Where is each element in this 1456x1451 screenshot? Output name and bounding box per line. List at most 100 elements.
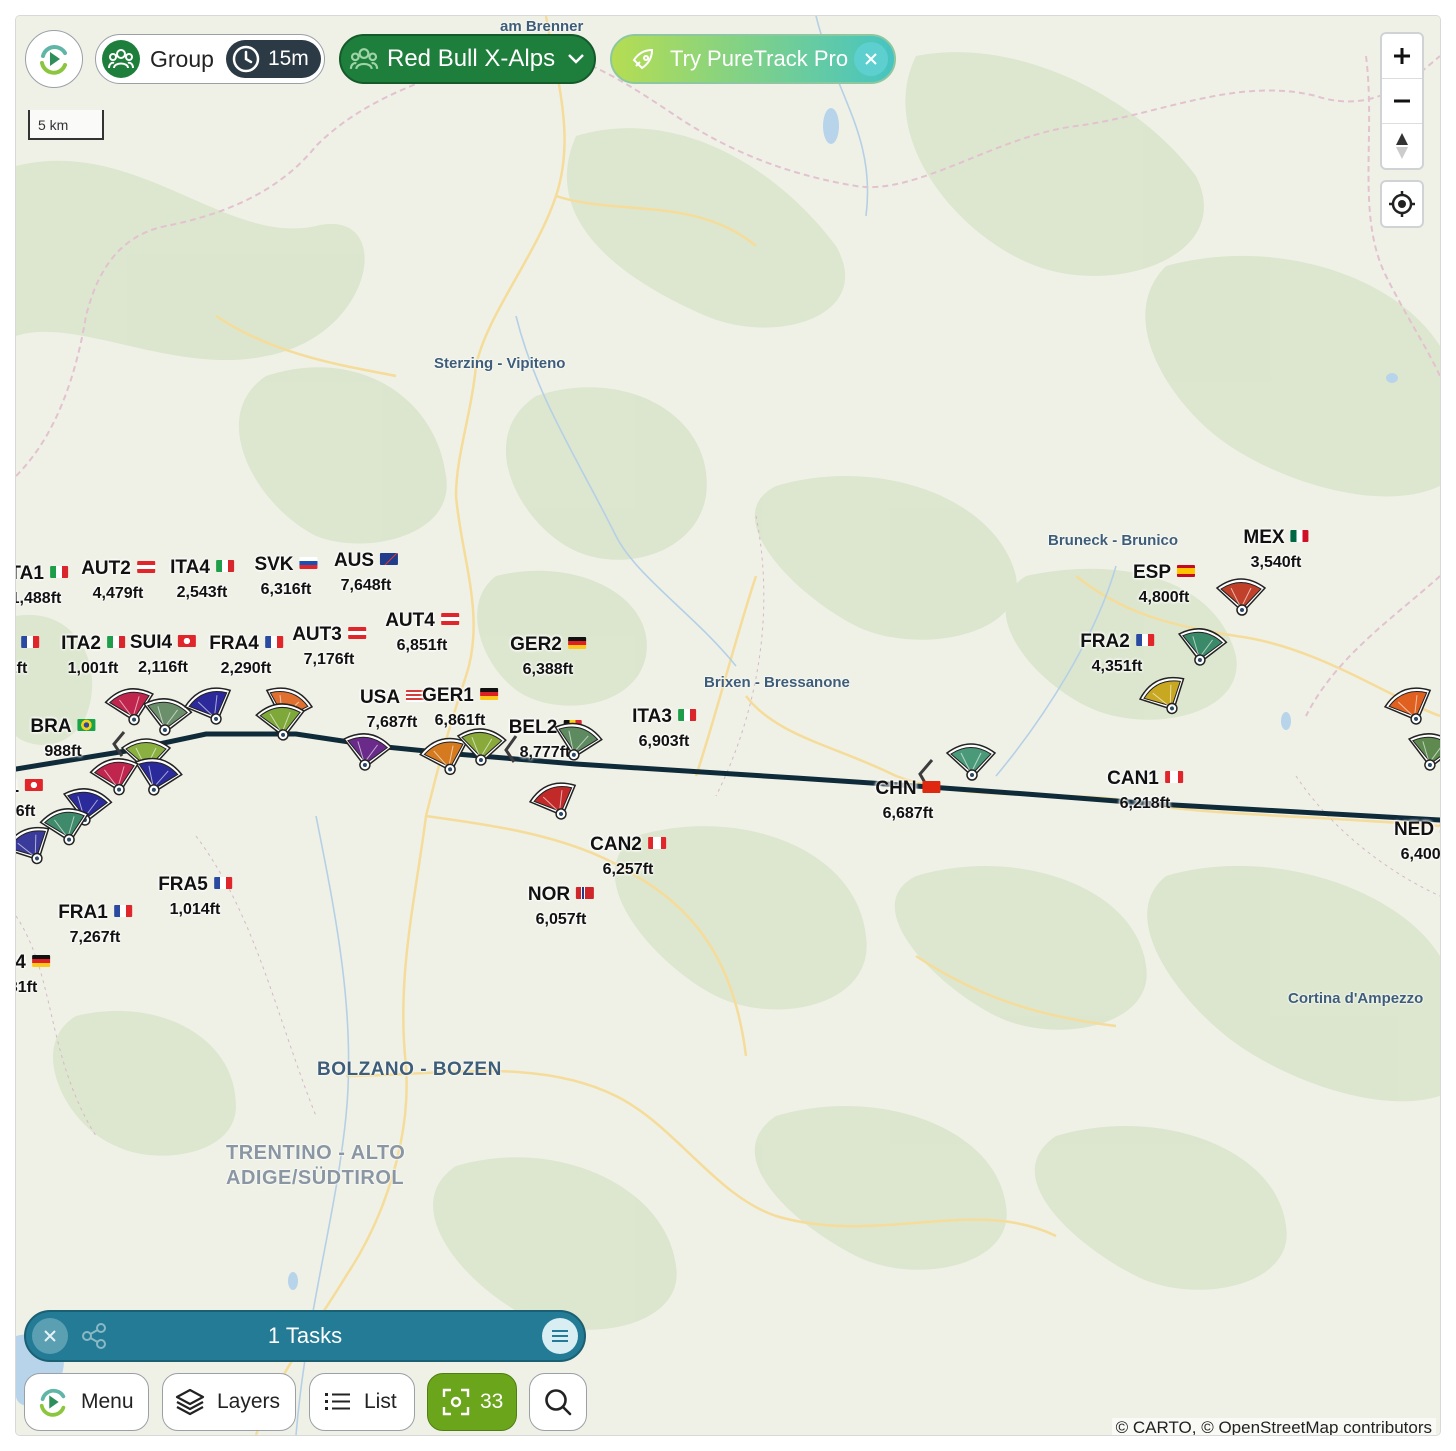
pilot-label-aus[interactable]: AUS 7,648ft (334, 551, 399, 594)
pilot-code: MEX (1243, 527, 1285, 548)
list-button[interactable]: List (309, 1373, 415, 1431)
tasks-menu-button[interactable] (542, 1318, 578, 1354)
share-icon[interactable] (80, 1322, 108, 1350)
pilot-code: CHN (875, 778, 917, 799)
pilot-label-ita3[interactable]: ITA3 6,903ft (632, 707, 696, 750)
paraglider-icon[interactable] (334, 725, 397, 782)
group-button[interactable]: Group 15m (95, 34, 325, 84)
pilot-label-aut2[interactable]: AUT2 4,479ft (81, 559, 155, 602)
chevron-down-icon (568, 54, 584, 64)
focus-count-button[interactable]: 33 (427, 1373, 517, 1431)
flag-br-icon (77, 719, 96, 731)
pilot-label-ita1[interactable]: ITA1 1,488ft (16, 564, 68, 607)
paraglider-icon[interactable] (1213, 574, 1269, 622)
pilot-code: SUI4 (129, 632, 173, 653)
flag-ch-icon (178, 635, 197, 647)
pilot-label-svk[interactable]: SVK 6,316ft (254, 555, 318, 598)
focus-frame-icon (442, 1388, 470, 1416)
pilot-altitude: 2,543ft (176, 584, 228, 601)
pilot-label-fra1[interactable]: FRA1 7,267ft (58, 903, 132, 946)
pilot-code: AUT2 (81, 558, 131, 579)
pilot-label-usa[interactable]: USA 7,687ft (359, 687, 425, 731)
paraglider-icon[interactable] (943, 739, 999, 787)
paraglider-icon[interactable] (251, 697, 311, 750)
pilot-code: ESP (1132, 562, 1172, 583)
pilot-code: AUT3 (292, 624, 342, 645)
puretrack-logo-icon (39, 1388, 66, 1417)
zoom-out-button[interactable] (1382, 79, 1422, 124)
pilot-label-fra2[interactable]: FRA2 4,351ft (1080, 632, 1154, 675)
clock-icon (232, 45, 260, 73)
flag-de-icon (567, 637, 586, 649)
flag-ch-icon (25, 779, 44, 791)
pilot-altitude: 2,116ft (138, 659, 188, 676)
time-window-badge[interactable]: 15m (225, 40, 321, 78)
pilot-label-aut4[interactable]: AUT4 6,851ft (385, 611, 459, 654)
flag-at-icon (136, 561, 155, 573)
paraglider-icon[interactable] (1399, 725, 1440, 782)
zoom-in-button[interactable] (1382, 34, 1422, 79)
pilot-altitude: 4,800ft (1138, 589, 1190, 606)
pilot-label-can1[interactable]: CAN1 6,218ft (1107, 769, 1183, 812)
search-icon (545, 1389, 572, 1416)
pilot-label-aut3[interactable]: AUT3 7,176ft (292, 625, 366, 668)
place-sterzing: Sterzing - Vipiteno (434, 355, 566, 372)
promo-close-button[interactable] (854, 42, 888, 76)
flag-mx-icon (1290, 530, 1309, 542)
pilot-label-ned[interactable]: NED 6,400ft (1394, 820, 1440, 863)
flag-fr-icon (113, 905, 132, 917)
flag-fr-icon (20, 636, 39, 648)
rocket-icon (632, 48, 654, 70)
zoom-controls (1380, 32, 1424, 170)
pilot-label-nor[interactable]: NOR 6,057ft (528, 885, 595, 928)
layers-button[interactable]: Layers (162, 1373, 296, 1431)
pilot-label-bra[interactable]: BRA 988ft (30, 716, 96, 760)
puretrack-logo-button[interactable] (25, 30, 83, 88)
pilot-label-fra4[interactable]: FRA4 2,290ft (209, 634, 283, 677)
map-attribution[interactable]: © CARTO, © OpenStreetMap contributors (1111, 1418, 1436, 1435)
pilot-altitude: 6,903ft (638, 733, 690, 750)
pilot-code: ITA4 (170, 557, 210, 578)
map-frame[interactable]: am Brenner Sterzing - Vipiteno Brixen - … (16, 16, 1440, 1435)
pilot-code: ITA2 (61, 633, 101, 654)
promo-banner[interactable]: Try PureTrack Pro (610, 34, 896, 84)
flag-ca-icon (647, 837, 666, 849)
flag-fr-icon (1135, 634, 1154, 646)
pilot-label-sui4[interactable]: SUI4 2,116ft (129, 632, 197, 676)
close-icon (44, 1330, 56, 1342)
menu-button[interactable]: Menu (24, 1373, 149, 1431)
pilot-code: USA (359, 687, 401, 708)
pilot-code: NED (1393, 819, 1435, 840)
pilot-label-chn[interactable]: CHN 6,687ft (875, 778, 941, 822)
pilot-label-fra3[interactable]: FRA32,331ft (16, 634, 39, 677)
close-icon (865, 53, 877, 65)
pilot-code: GER4 (16, 952, 26, 973)
flag-it-icon (49, 566, 68, 578)
focus-count-label: 33 (480, 1390, 504, 1413)
tasks-close-button[interactable] (32, 1318, 68, 1354)
place-brixen: Brixen - Bressanone (704, 674, 850, 691)
pilot-label-esp[interactable]: ESP 4,800ft (1132, 562, 1196, 606)
pilot-code: BRA (30, 716, 72, 737)
hamburger-icon (552, 1330, 568, 1342)
pilot-altitude: 7,648ft (340, 577, 392, 594)
search-button[interactable] (529, 1373, 587, 1431)
pilot-label-fra5[interactable]: FRA5 1,014ft (158, 875, 232, 918)
place-bolzano: BOLZANO - BOZEN (317, 1059, 502, 1080)
pilot-label-ita2[interactable]: ITA2 1,001ft (61, 634, 125, 677)
pilot-label-ger4[interactable]: GER4 2,531ft (16, 953, 50, 996)
pilot-label-can2[interactable]: CAN2 6,257ft (590, 835, 666, 878)
pilot-label-mex[interactable]: MEX 3,540ft (1243, 527, 1309, 571)
plus-icon (1394, 48, 1410, 64)
tasks-bar[interactable]: 1 Tasks (24, 1310, 586, 1362)
reset-bearing-button[interactable] (1382, 124, 1422, 168)
pilot-altitude: 6,316ft (260, 581, 312, 598)
pilot-altitude: 6,218ft (1119, 795, 1171, 812)
locate-me-button[interactable] (1382, 182, 1422, 226)
event-selector[interactable]: Red Bull X-Alps (339, 34, 596, 84)
pilot-label-ita4[interactable]: ITA4 2,543ft (170, 558, 234, 601)
tasks-label: 1 Tasks (267, 1323, 343, 1348)
paraglider-icon[interactable] (451, 722, 511, 775)
pilot-code: FRA2 (1080, 631, 1130, 652)
pilot-label-ger2[interactable]: GER2 6,388ft (510, 635, 586, 678)
